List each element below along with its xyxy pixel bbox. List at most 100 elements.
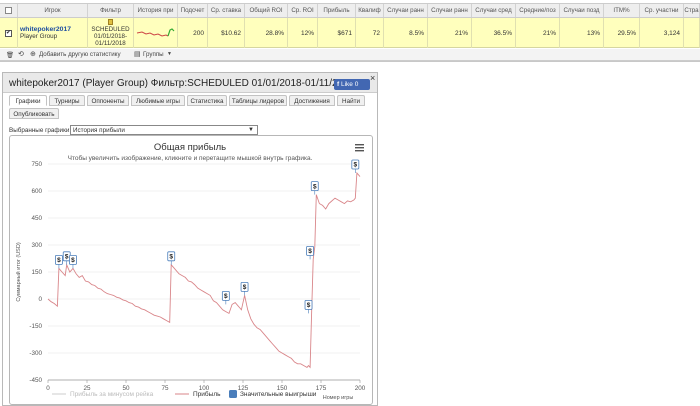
groups-button[interactable]: Группы (143, 51, 164, 58)
header-early1[interactable]: Случаи ранн (384, 4, 428, 17)
big-win-marker[interactable]: $ (304, 299, 313, 314)
select-all-checkbox[interactable] (5, 7, 12, 14)
big-win-marker[interactable]: $ (55, 255, 63, 269)
y-tick-label: -300 (29, 350, 42, 357)
tab-publish[interactable]: Опубликовать (9, 108, 59, 119)
total-roi-cell: 28.8% (245, 18, 288, 48)
row-select-cell[interactable]: ✔ (0, 18, 18, 48)
header-history[interactable]: История при (134, 4, 178, 17)
qualif-cell: 72 (356, 18, 384, 48)
big-win-marker[interactable]: $ (167, 251, 176, 265)
header-mid[interactable]: Случаи сред (472, 4, 516, 17)
header-avg-entrants[interactable]: Ср. участни (640, 4, 684, 17)
marker-label: $ (169, 254, 173, 261)
chart-title: Общая прибыль (154, 142, 226, 153)
table-footer: 🗑 ⟲ ⊕ Добавить другую статистику ▤ Групп… (0, 49, 700, 61)
avg-stake-cell: $10.62 (208, 18, 245, 48)
tab-tournaments[interactable]: Турниры (49, 95, 85, 106)
player-panel: whitepoker2017 (Player Group) Фильтр:SCH… (2, 72, 378, 406)
panel-title: whitepoker2017 (Player Group) Фильтр:SCH… (9, 78, 355, 89)
header-itm[interactable]: ITM% (604, 4, 640, 17)
big-win-marker[interactable]: $ (310, 181, 319, 195)
filter-text-2: 01/01/2018- (93, 33, 128, 40)
tab-statistics[interactable]: Статистика (187, 95, 227, 106)
player-name-link[interactable]: whitepoker2017 (20, 26, 71, 33)
itm-cell: 29.5% (604, 18, 640, 48)
marker-label: $ (307, 302, 311, 309)
table-row[interactable]: ✔ whitepoker2017 Player Group SCHEDULED … (0, 18, 700, 48)
tab-leaderboards[interactable]: Таблицы лидеров (229, 95, 287, 106)
chart-select[interactable]: История прибыли ▼ (70, 125, 258, 135)
y-tick-label: 150 (31, 269, 42, 276)
add-icon[interactable]: ⊕ (30, 50, 36, 58)
tab-achievements[interactable]: Достижения (289, 95, 335, 106)
big-win-marker[interactable]: $ (221, 290, 230, 305)
big-win-marker[interactable]: $ (306, 246, 314, 260)
facebook-like-button[interactable]: f Like 0 (334, 79, 370, 90)
close-icon[interactable]: × (370, 73, 375, 83)
chart-container[interactable]: Общая прибыль Чтобы увеличить изображени… (9, 135, 373, 405)
x-tick-label: 200 (355, 385, 366, 392)
row-checkbox[interactable]: ✔ (5, 29, 12, 37)
country-cell (684, 18, 700, 48)
y-tick-label: -150 (29, 323, 42, 330)
tab-charts[interactable]: Графики (9, 95, 47, 106)
y-tick-label: 600 (31, 188, 42, 195)
tab-opponents[interactable]: Оппоненты (87, 95, 129, 106)
header-total-roi[interactable]: Общий ROI (245, 4, 288, 17)
legend-marker-label[interactable]: Значительные выигрыши (240, 391, 317, 398)
legend-profit-label[interactable]: Прибыль (193, 390, 221, 398)
marker-label: $ (224, 293, 228, 300)
groups-icon[interactable]: ▤ (134, 50, 141, 58)
y-tick-label: 0 (38, 296, 42, 303)
header-select-cell[interactable] (0, 4, 18, 17)
panel-tabs: Графики Турниры Оппоненты Любимые игры С… (9, 95, 379, 125)
tab-favorite-games[interactable]: Любимые игры (131, 95, 185, 106)
filter-icon[interactable] (108, 19, 113, 25)
menu-icon[interactable] (355, 144, 364, 152)
header-player[interactable]: Игрок (18, 4, 88, 17)
x-tick-label: 175 (316, 385, 327, 392)
filter-cell: SCHEDULED 01/01/2018- 01/11/2018 (88, 18, 134, 48)
header-filter[interactable]: Фильтр (88, 4, 134, 17)
header-profit[interactable]: Прибыль (318, 4, 356, 17)
y-axis-label: Суммарный итог (USD) (15, 242, 22, 301)
header-avg-pos[interactable]: Средние/поз (516, 4, 560, 17)
marker-label: $ (243, 284, 247, 291)
header-count[interactable]: Подсчет (178, 4, 208, 17)
table-header: Игрок Фильтр История при Подсчет Ср. ста… (0, 3, 700, 18)
y-tick-label: -450 (29, 377, 42, 384)
legend-rake-label[interactable]: Прибыль за минусом рейка (70, 390, 154, 398)
like-label: Like 0 (340, 81, 359, 88)
header-qualif[interactable]: Квалиф (356, 4, 384, 17)
marker-label: $ (308, 248, 312, 255)
big-win-marker[interactable]: $ (351, 159, 360, 173)
x-axis-label: Номер игры (323, 395, 354, 401)
header-avg-roi[interactable]: Ср. ROI (288, 4, 318, 17)
header-avg-stake[interactable]: Ср. ставка (208, 4, 245, 17)
header-country[interactable]: Стра (684, 4, 700, 17)
chevron-down-icon[interactable]: ▼ (167, 51, 172, 57)
header-late[interactable]: Случаи позд (560, 4, 604, 17)
history-sparkline[interactable] (134, 18, 178, 48)
y-tick-label: 450 (31, 215, 42, 222)
mid-cell: 36.5% (472, 18, 516, 48)
tab-find[interactable]: Найти (337, 95, 365, 106)
early2-cell: 21% (428, 18, 472, 48)
profit-chart[interactable]: Общая прибыль Чтобы увеличить изображени… (10, 136, 372, 404)
chart-subtitle: Чтобы увеличить изображение, кликните и … (68, 154, 313, 162)
x-tick-label: 0 (46, 385, 50, 392)
legend-marker-swatch (229, 390, 237, 398)
refresh-icon[interactable]: ⟲ (18, 50, 24, 58)
panel-titlebar[interactable]: whitepoker2017 (Player Group) Фильтр:SCH… (3, 73, 377, 93)
delete-icon[interactable]: 🗑 (6, 51, 14, 59)
count-cell: 200 (178, 18, 208, 48)
big-win-marker[interactable]: $ (69, 255, 77, 269)
profit-series-line[interactable] (47, 171, 361, 369)
player-cell[interactable]: whitepoker2017 Player Group (18, 18, 88, 48)
add-stat-link[interactable]: Добавить другую статистику (39, 51, 121, 58)
header-early2[interactable]: Случаи ранн (428, 4, 472, 17)
selected-charts-label: Выбранные графики: (9, 127, 72, 134)
big-win-marker[interactable]: $ (240, 281, 249, 296)
player-group: Player Group (20, 33, 58, 40)
